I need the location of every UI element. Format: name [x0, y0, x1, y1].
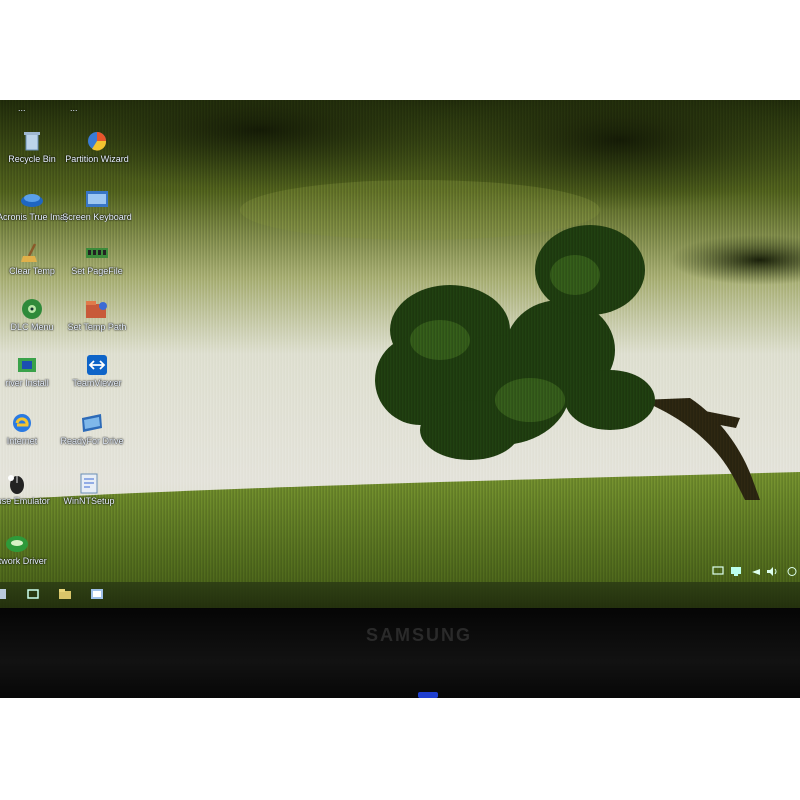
folder-gear-icon	[86, 301, 107, 318]
setup-icon	[80, 473, 98, 494]
acronis-icon	[21, 194, 43, 207]
keyboard-icon	[86, 191, 108, 207]
tray-monitor-icon[interactable]	[712, 566, 724, 577]
desktop-icon-acronis-true-image[interactable]: Acronis True Image 2019	[0, 188, 67, 222]
clock-icon[interactable]	[786, 566, 798, 577]
desktop-icon-screen-keyboard[interactable]: Screen Keyboard	[62, 188, 132, 222]
desktop-icon-recycle-bin[interactable]: Recycle Bin	[0, 130, 67, 164]
desktop-icon-teamviewer[interactable]: TeamViewer	[62, 354, 132, 388]
chip-icon	[18, 358, 36, 372]
desktop-icon-label: Clear Temp	[9, 266, 55, 276]
top-label-2: ...	[70, 103, 78, 113]
ram-icon	[86, 248, 108, 258]
teamviewer-icon	[87, 355, 107, 375]
desktop-icon-readyfor-drive[interactable]: ReadyFor Drive	[57, 412, 127, 446]
file-explorer-icon[interactable]	[58, 587, 72, 601]
disc-icon	[22, 299, 42, 319]
taskbar-app-icon[interactable]	[90, 587, 104, 601]
desktop-icon-set-pagefile[interactable]: Set PageFile	[62, 242, 132, 276]
browser-icon	[13, 414, 31, 432]
monitor-brand-logo: SAMSUNG	[366, 625, 473, 645]
desktop-icon-label: TeamViewer	[72, 378, 122, 388]
desktop-icon-label: Internet	[6, 436, 38, 446]
volume-icon[interactable]	[766, 566, 778, 577]
monitor-photo: ... ... Recycle Bin Partition Wizard Acron…	[0, 100, 800, 698]
desktop-icon-driver-install[interactable]: river Install	[0, 354, 62, 388]
desktop-icon-internet[interactable]: Internet	[0, 412, 57, 446]
network-tray-icon[interactable]	[730, 566, 742, 577]
broom-icon	[21, 243, 37, 262]
desktop-icon-dlc-menu[interactable]: DLC Menu	[0, 298, 67, 332]
partition-wizard-icon	[88, 132, 107, 151]
desktop-icon-label: Screen Keyboard	[62, 212, 132, 222]
drive-icon	[82, 414, 102, 432]
start-icon[interactable]	[0, 587, 10, 601]
desktop-icon-network-driver[interactable]: Network Driver	[0, 532, 52, 566]
mouse-icon	[8, 475, 24, 494]
notification-icon[interactable]	[750, 566, 762, 577]
desktop-icon-label: Set Temp Path	[67, 322, 127, 332]
desktop-icon-label: Network Driver	[0, 556, 47, 566]
desktop-icon-label: river Install	[5, 378, 49, 388]
desktop-icon-label: Mouse Emulator	[0, 496, 50, 506]
desktop-icon-label: Partition Wizard	[65, 154, 129, 164]
desktop-icon-mouse-emulator[interactable]: Mouse Emulator	[0, 472, 52, 506]
desktop-icon-label: Acronis True Image 2019	[0, 212, 67, 222]
taskbar	[0, 582, 800, 608]
desktop-icon-set-temp-path[interactable]: Set Temp Path	[62, 298, 132, 332]
network-icon	[6, 536, 28, 552]
task-view-icon[interactable]	[26, 587, 40, 601]
desktop-icon-partition-wizard[interactable]: Partition Wizard	[62, 130, 132, 164]
monitor-bezel	[0, 608, 800, 698]
desktop-icon-clear-temp[interactable]: Clear Temp	[0, 242, 67, 276]
top-label-1: ...	[18, 103, 26, 113]
desktop-icon-label: WinNTSetup	[63, 496, 115, 506]
desktop-icon-label: DLC Menu	[10, 322, 54, 332]
desktop-screen: ... ... Recycle Bin Partition Wizard Acron…	[0, 100, 800, 608]
desktop-icon-label: Recycle Bin	[8, 154, 56, 164]
desktop-icon-label: Set PageFile	[71, 266, 123, 276]
power-led	[418, 692, 438, 698]
desktop-icon-label: ReadyFor Drive	[60, 436, 124, 446]
desktop-icon-winnt-setup[interactable]: WinNTSetup	[54, 472, 124, 506]
recycle-bin-icon	[24, 132, 40, 151]
